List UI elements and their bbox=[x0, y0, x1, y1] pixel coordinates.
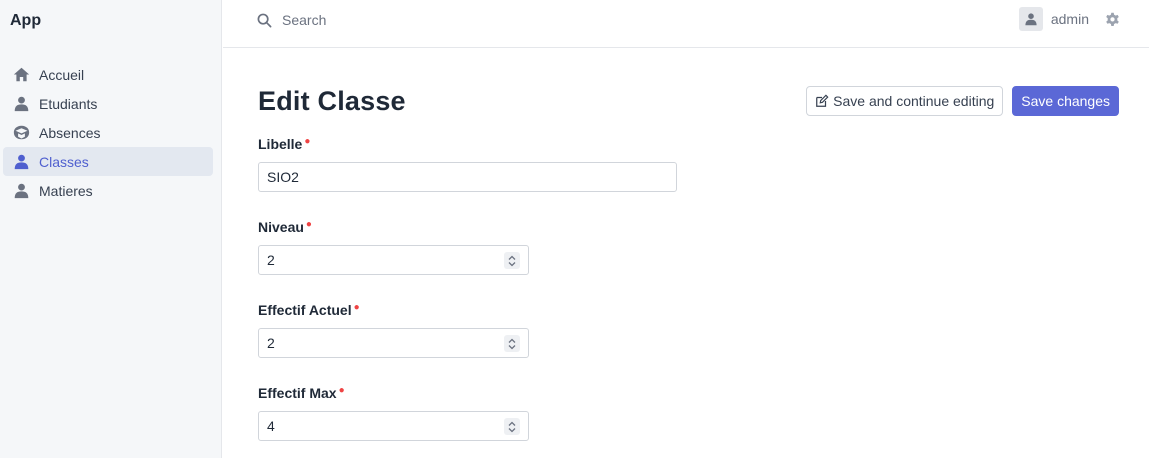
search-input[interactable] bbox=[282, 12, 582, 28]
sidebar: App Accueil Etudiants Absences Classes M… bbox=[0, 0, 222, 458]
home-icon bbox=[11, 65, 31, 85]
sidebar-item-classes[interactable]: Classes bbox=[3, 147, 213, 176]
form-actions: Save and continue editing Save changes bbox=[806, 86, 1119, 116]
field-niveau: Niveau ● 2 bbox=[258, 219, 530, 279]
sidebar-item-label: Accueil bbox=[39, 66, 85, 83]
save-and-continue-button[interactable]: Save and continue editing bbox=[806, 86, 1004, 116]
number-stepper[interactable] bbox=[504, 252, 520, 269]
effectif-actuel-input[interactable]: 2 bbox=[258, 328, 529, 358]
field-label: Libelle ● bbox=[258, 136, 311, 152]
effectif-max-input[interactable]: 4 bbox=[258, 411, 529, 441]
chevron-updown-icon bbox=[508, 421, 516, 432]
sidebar-item-label: Etudiants bbox=[39, 95, 98, 112]
input-value: 4 bbox=[267, 418, 275, 434]
chevron-updown-icon bbox=[508, 338, 516, 349]
edit-icon bbox=[816, 94, 829, 107]
gear-icon[interactable] bbox=[1104, 11, 1121, 28]
sidebar-item-label: Absences bbox=[39, 124, 101, 141]
input-value: 2 bbox=[267, 252, 275, 268]
app-title[interactable]: App bbox=[10, 12, 41, 30]
school-icon bbox=[11, 123, 31, 143]
sidebar-item-label: Matieres bbox=[39, 182, 93, 199]
sidebar-item-etudiants[interactable]: Etudiants bbox=[3, 89, 213, 118]
field-label: Effectif Actuel ● bbox=[258, 302, 360, 318]
search-icon bbox=[257, 13, 272, 27]
sidebar-item-label: Classes bbox=[39, 153, 89, 170]
libelle-input[interactable]: SIO2 bbox=[258, 162, 677, 192]
field-label: Effectif Max ● bbox=[258, 385, 345, 401]
main-content: Edit Classe Save and continue editing Sa… bbox=[258, 48, 1149, 458]
sidebar-item-accueil[interactable]: Accueil bbox=[3, 60, 213, 89]
field-effectif-max: Effectif Max ● 4 bbox=[258, 385, 530, 445]
field-libelle: Libelle ● SIO2 bbox=[258, 136, 678, 196]
user-icon bbox=[11, 181, 31, 201]
search-bar bbox=[257, 10, 582, 30]
required-marker: ● bbox=[338, 385, 345, 396]
required-marker: ● bbox=[353, 302, 360, 313]
avatar bbox=[1018, 7, 1043, 31]
field-label: Niveau ● bbox=[258, 219, 312, 235]
user-icon bbox=[11, 94, 31, 114]
user-menu[interactable]: admin bbox=[1018, 7, 1089, 31]
save-and-continue-label: Save and continue editing bbox=[833, 93, 995, 109]
number-stepper[interactable] bbox=[504, 335, 520, 352]
niveau-input[interactable]: 2 bbox=[258, 245, 529, 275]
sidebar-menu: Accueil Etudiants Absences Classes Matie… bbox=[3, 60, 213, 205]
sidebar-item-absences[interactable]: Absences bbox=[3, 118, 213, 147]
input-value: 2 bbox=[267, 335, 275, 351]
field-effectif-actuel: Effectif Actuel ● 2 bbox=[258, 302, 530, 362]
topbar: admin bbox=[223, 0, 1149, 48]
username: admin bbox=[1050, 11, 1089, 27]
number-stepper[interactable] bbox=[504, 418, 520, 435]
required-marker: ● bbox=[304, 136, 311, 147]
page-title: Edit Classe bbox=[258, 86, 406, 116]
chevron-updown-icon bbox=[508, 255, 516, 266]
user-icon bbox=[11, 152, 31, 172]
required-marker: ● bbox=[305, 219, 312, 230]
sidebar-item-matieres[interactable]: Matieres bbox=[3, 176, 213, 205]
save-button[interactable]: Save changes bbox=[1012, 86, 1119, 116]
user-icon bbox=[1025, 13, 1037, 26]
